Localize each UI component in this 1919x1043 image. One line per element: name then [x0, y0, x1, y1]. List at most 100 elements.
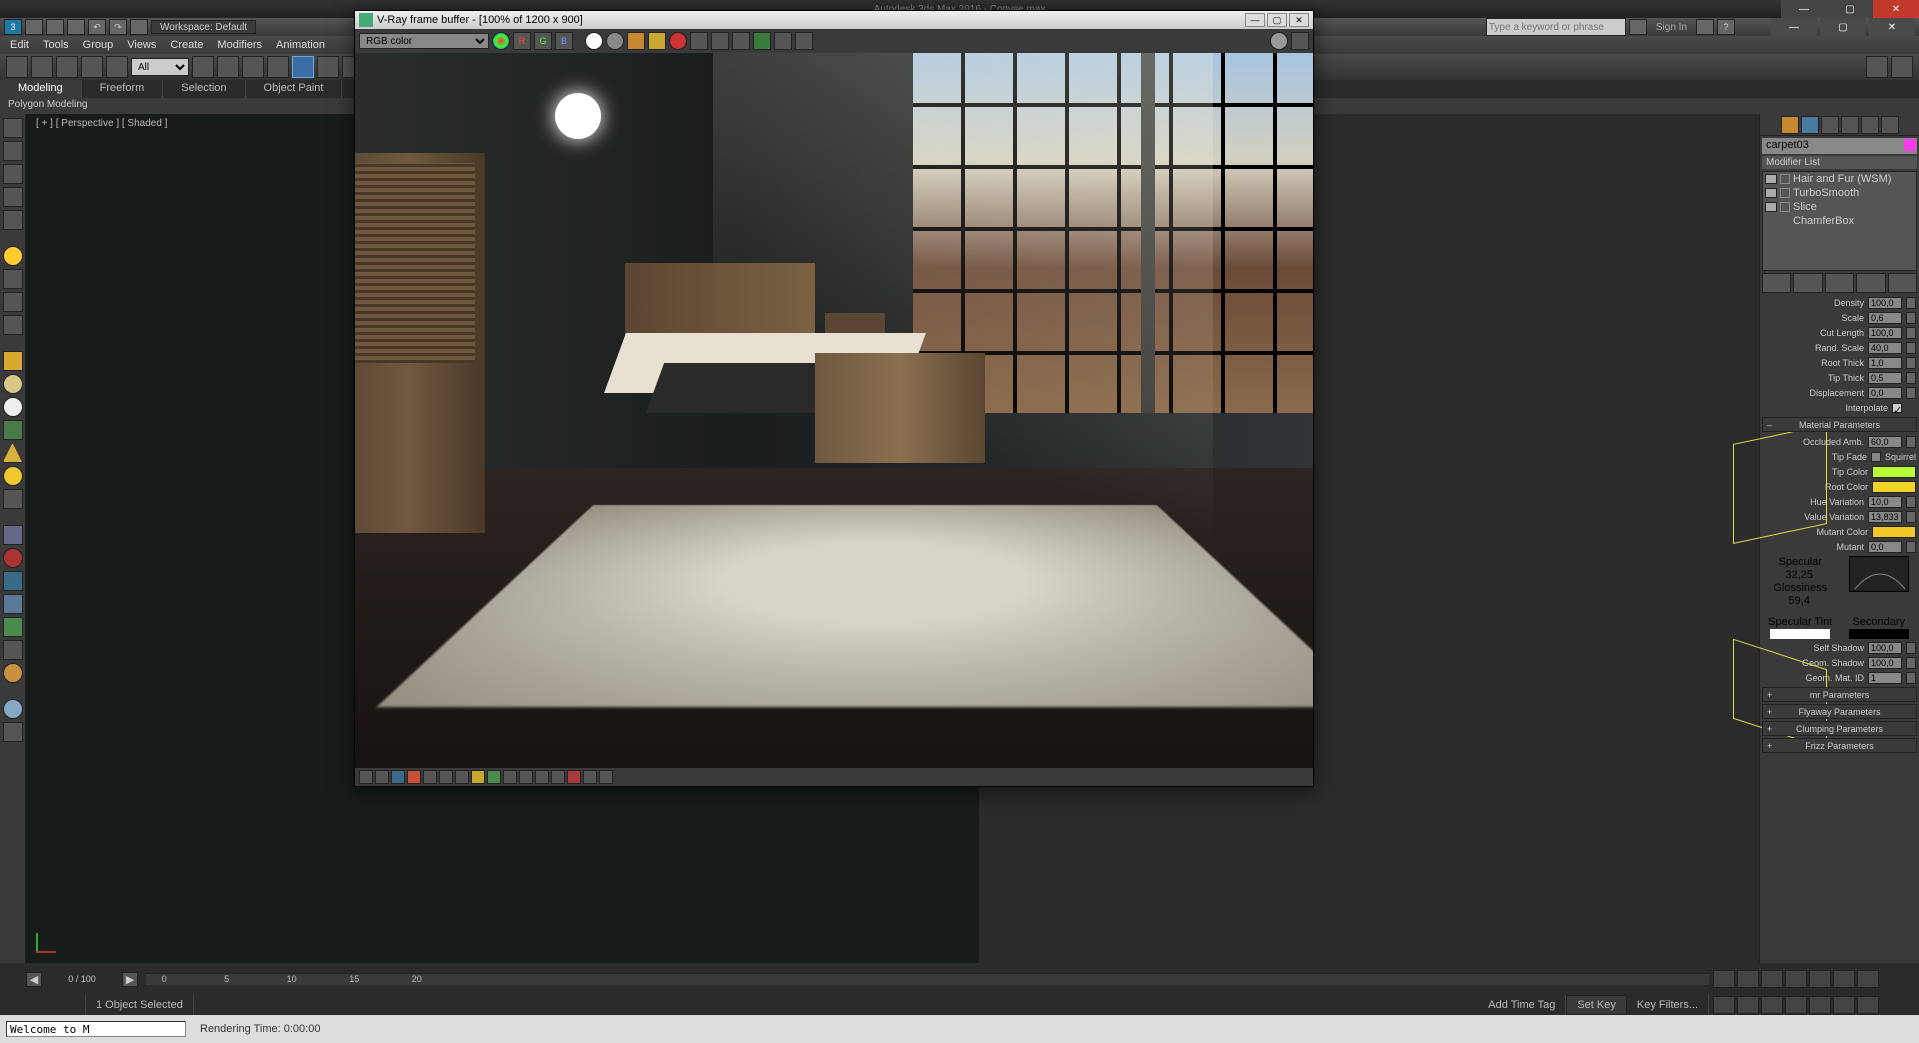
vfb-channel-select[interactable]: RGB color — [359, 33, 489, 49]
param-field[interactable]: 0,0 — [1868, 387, 1902, 399]
open-icon[interactable] — [46, 19, 64, 35]
spinner[interactable] — [1906, 657, 1916, 669]
vfb-dock-icon[interactable] — [1291, 32, 1309, 50]
bind-button[interactable] — [106, 56, 128, 78]
save-image-icon[interactable] — [627, 32, 645, 50]
window-crossing-button[interactable] — [267, 56, 289, 78]
add-time-tag[interactable]: Add Time Tag — [1478, 995, 1566, 1015]
select-name-button[interactable] — [217, 56, 239, 78]
modifier-item[interactable]: Slice — [1763, 200, 1916, 214]
eye-icon[interactable] — [1765, 188, 1777, 198]
workspace-selector[interactable]: Workspace: Default — [151, 20, 256, 34]
help-icon[interactable]: ? — [1717, 19, 1735, 35]
maxscript-listener[interactable]: Welcome to M — [6, 1021, 186, 1037]
doc-maximize-button[interactable]: ▢ — [1820, 18, 1866, 36]
scroll-right-icon[interactable]: ▶ — [122, 972, 138, 987]
motion-tab-icon[interactable] — [1841, 116, 1859, 134]
fov-button[interactable] — [1785, 996, 1807, 1014]
link-icon[interactable] — [130, 19, 148, 35]
lens-fx-icon[interactable] — [487, 770, 501, 784]
red-channel-button[interactable]: R — [513, 32, 531, 50]
vfb-close-button[interactable]: ✕ — [1289, 13, 1309, 27]
ocio-icon[interactable] — [551, 770, 565, 784]
app-icon[interactable]: 3 — [4, 19, 22, 35]
spinner[interactable] — [1906, 642, 1916, 654]
save-icon[interactable] — [67, 19, 85, 35]
select-move-button[interactable] — [292, 56, 314, 78]
geosphere-icon[interactable] — [3, 397, 23, 417]
switch-ab-icon[interactable] — [606, 32, 624, 50]
sphere-icon[interactable] — [3, 374, 23, 394]
spray-icon[interactable] — [3, 571, 23, 591]
material-params-header[interactable]: Material Parameters — [1762, 417, 1917, 432]
render-last-icon[interactable] — [774, 32, 792, 50]
modify-tab-icon[interactable] — [1801, 116, 1819, 134]
configure-button[interactable] — [1888, 273, 1917, 293]
ball-icon[interactable] — [3, 699, 23, 719]
tool-3[interactable] — [3, 164, 23, 184]
object-color-swatch[interactable] — [1904, 139, 1916, 151]
hf-icon[interactable] — [3, 640, 23, 660]
scroll-left-icon[interactable]: ◀ — [26, 972, 42, 987]
icc-icon[interactable] — [519, 770, 533, 784]
bg-icon[interactable] — [455, 770, 469, 784]
undo-button[interactable] — [6, 56, 28, 78]
mutant-field[interactable]: 0,0 — [1868, 541, 1902, 553]
undo-icon[interactable]: ↶ — [88, 19, 106, 35]
key-filters-button[interactable]: Key Filters... — [1627, 995, 1709, 1015]
load-image-icon[interactable] — [648, 32, 666, 50]
tool-2[interactable] — [3, 141, 23, 161]
key-mode-button[interactable] — [1833, 970, 1855, 988]
menu-animation[interactable]: Animation — [276, 39, 325, 51]
glossiness-field[interactable]: 59,4 — [1789, 595, 1810, 607]
select-rotate-button[interactable] — [317, 56, 339, 78]
tool-1[interactable] — [3, 118, 23, 138]
root-color-swatch[interactable] — [1872, 481, 1916, 493]
select-region-button[interactable] — [242, 56, 264, 78]
start-ipr-icon[interactable] — [753, 32, 771, 50]
stop-icon[interactable] — [567, 770, 581, 784]
expand-icon[interactable] — [1780, 202, 1790, 212]
tool-8[interactable] — [3, 315, 23, 335]
redo-icon[interactable]: ↷ — [109, 19, 127, 35]
blue-channel-button[interactable]: B — [555, 32, 573, 50]
rollout-frizz[interactable]: Frizz Parameters — [1762, 738, 1917, 753]
particle-icon[interactable] — [3, 525, 23, 545]
modifier-list-dropdown[interactable]: Modifier List — [1762, 156, 1917, 169]
tab-object-paint[interactable]: Object Paint — [246, 80, 343, 98]
spinner[interactable] — [1906, 357, 1916, 369]
next-frame-button[interactable] — [1785, 970, 1807, 988]
light-icon[interactable] — [3, 246, 23, 266]
menu-group[interactable]: Group — [83, 39, 114, 51]
vfb-maximize-button[interactable]: ▢ — [1267, 13, 1287, 27]
tab-selection[interactable]: Selection — [163, 80, 245, 98]
tool-cyl[interactable] — [3, 489, 23, 509]
param-field[interactable]: 100,0 — [1868, 297, 1902, 309]
clear-icon[interactable] — [669, 32, 687, 50]
srgb-icon[interactable] — [503, 770, 517, 784]
rollout-clumping[interactable]: Clumping Parameters — [1762, 721, 1917, 736]
vfb-render-canvas[interactable] — [355, 53, 1313, 768]
play-button[interactable] — [1761, 970, 1783, 988]
tip-color-swatch[interactable] — [1872, 466, 1916, 478]
mutant-color-swatch[interactable] — [1872, 526, 1916, 538]
param-field[interactable]: 40,0 — [1868, 342, 1902, 354]
box-icon[interactable] — [3, 351, 23, 371]
unlink-button[interactable] — [81, 56, 103, 78]
viewport-label[interactable]: [ + ] [ Perspective ] [ Shaded ] — [36, 118, 167, 129]
angle-snap-button[interactable] — [1891, 56, 1913, 78]
menu-tools[interactable]: Tools — [43, 39, 69, 51]
set-key-button[interactable]: Set Key — [1566, 995, 1627, 1015]
expand-icon[interactable] — [1780, 174, 1790, 184]
param-field[interactable]: 1 — [1868, 672, 1902, 684]
trackbar-toggle[interactable] — [0, 995, 86, 1015]
secondary-swatch[interactable] — [1849, 629, 1909, 639]
goto-end-button[interactable] — [1809, 970, 1831, 988]
selection-filter[interactable]: All — [131, 58, 189, 76]
rollout-flyaway[interactable]: Flyaway Parameters — [1762, 704, 1917, 719]
expand-icon[interactable] — [1780, 188, 1790, 198]
copy-icon[interactable] — [690, 32, 708, 50]
zoom-button[interactable] — [1713, 996, 1735, 1014]
compare-v-icon[interactable] — [599, 770, 613, 784]
eye-icon[interactable] — [1765, 174, 1777, 184]
